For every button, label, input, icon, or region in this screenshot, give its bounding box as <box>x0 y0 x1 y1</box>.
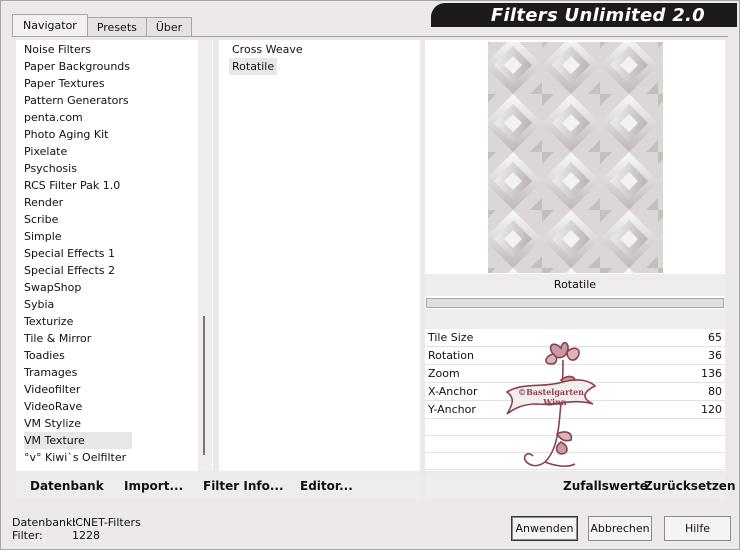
editor-link[interactable]: Editor... <box>300 479 353 493</box>
param-name: Zoom <box>428 367 460 380</box>
category-item[interactable]: VM Stylize <box>24 415 132 432</box>
category-item[interactable]: VideoRave <box>24 398 132 415</box>
filters-unlimited-window: Navigator Presets Über Filters Unlimited… <box>0 0 740 550</box>
category-scrollbar[interactable] <box>198 40 212 471</box>
preview-filter-name: Rotatile <box>425 274 725 296</box>
empty-param-rows <box>425 419 725 470</box>
filter-item-rotatile[interactable]: Rotatile <box>229 58 278 75</box>
category-item[interactable]: Pixelate <box>24 143 132 160</box>
filter-count-label: Filter: <box>12 529 43 542</box>
param-name: Rotation <box>428 349 475 362</box>
tab-uber[interactable]: Über <box>145 17 193 36</box>
category-item[interactable]: Render <box>24 194 132 211</box>
category-item[interactable]: Tramages <box>24 364 132 381</box>
category-item[interactable]: Texturize <box>24 313 132 330</box>
category-item[interactable]: SwapShop <box>24 279 132 296</box>
category-item[interactable]: RCS Filter Pak 1.0 <box>24 177 132 194</box>
param-value[interactable]: 80 <box>708 385 722 398</box>
category-list[interactable]: Noise Filters Paper Backgrounds Paper Text… <box>16 40 213 471</box>
filter-list[interactable]: Cross Weave Rotatile <box>219 40 420 471</box>
param-value[interactable]: 136 <box>701 367 722 380</box>
category-item[interactable]: penta.com <box>24 109 132 126</box>
app-title: Filters Unlimited 2.0 <box>490 4 705 26</box>
param-row[interactable]: Tile Size 65 <box>425 329 725 347</box>
category-item[interactable]: Special Effects 1 <box>24 245 132 262</box>
category-item[interactable]: Toadies <box>24 347 132 364</box>
status-info: Datenbank: ICNET-Filters Filter: 1228 <box>12 516 141 542</box>
header-banner: Filters Unlimited 2.0 <box>431 3 737 27</box>
category-item[interactable]: Simple <box>24 228 132 245</box>
category-item[interactable]: Psychosis <box>24 160 132 177</box>
param-value[interactable]: 120 <box>701 403 722 416</box>
param-value[interactable]: 65 <box>708 331 722 344</box>
random-values-link[interactable]: Zufallswerte <box>563 479 648 493</box>
reset-link[interactable]: Zurücksetzen <box>644 479 735 493</box>
category-item[interactable]: Pattern Generators <box>24 92 132 109</box>
datenbank-link[interactable]: Datenbank <box>30 479 104 493</box>
category-item[interactable]: °v° Kiwi`s Oelfilter <box>24 449 132 466</box>
preview-image <box>488 42 663 273</box>
tab-divider <box>12 36 728 37</box>
filter-count-value: 1228 <box>72 529 100 542</box>
help-button[interactable]: Hilfe <box>664 516 731 541</box>
db-value: ICNET-Filters <box>72 516 141 529</box>
category-item[interactable]: Sybia <box>24 296 132 313</box>
category-item[interactable]: Paper Backgrounds <box>24 58 132 75</box>
db-label: Datenbank: <box>12 516 77 529</box>
filter-item-cross-weave[interactable]: Cross Weave <box>229 41 306 58</box>
category-item[interactable]: VM Texture <box>24 432 133 449</box>
preview-panel: Rotatile Tile Size 65 Rotation 36 Zoom 136 X-A… <box>425 40 725 471</box>
parameter-list: Tile Size 65 Rotation 36 Zoom 136 X-Anchor 80 Y-… <box>425 329 725 419</box>
tab-presets[interactable]: Presets <box>86 17 147 36</box>
category-item[interactable]: Paper Textures <box>24 75 132 92</box>
param-name: Tile Size <box>428 331 474 344</box>
tab-bar: Navigator Presets Über <box>12 14 193 36</box>
tab-navigator[interactable]: Navigator <box>12 14 88 36</box>
param-name: X-Anchor <box>428 385 478 398</box>
category-item[interactable]: Scribe <box>24 211 132 228</box>
param-name: Y-Anchor <box>428 403 476 416</box>
param-row[interactable]: Rotation 36 <box>425 347 725 365</box>
param-row[interactable]: X-Anchor 80 <box>425 383 725 401</box>
params-header <box>425 309 725 329</box>
param-row[interactable]: Zoom 136 <box>425 365 725 383</box>
database-links-bar: Datenbank Import... Filter Info... Edito… <box>16 474 420 499</box>
apply-button[interactable]: Anwenden <box>511 516 578 541</box>
category-item[interactable]: Tile & Mirror <box>24 330 132 347</box>
cancel-button[interactable]: Abbrechen <box>588 516 652 541</box>
category-item[interactable]: Photo Aging Kit <box>24 126 132 143</box>
param-value[interactable]: 36 <box>708 349 722 362</box>
filter-info-link[interactable]: Filter Info... <box>203 479 284 493</box>
param-row[interactable]: Y-Anchor 120 <box>425 401 725 419</box>
category-item[interactable]: Special Effects 2 <box>24 262 132 279</box>
progress-bar <box>426 298 724 308</box>
category-items: Noise Filters Paper Backgrounds Paper Text… <box>24 41 133 466</box>
category-item[interactable]: Noise Filters <box>24 41 132 58</box>
import-link[interactable]: Import... <box>124 479 183 493</box>
param-links-bar: Zufallswerte Zurücksetzen <box>425 474 735 499</box>
category-scrollbar-thumb[interactable] <box>203 316 205 455</box>
category-item[interactable]: Videofilter <box>24 381 132 398</box>
